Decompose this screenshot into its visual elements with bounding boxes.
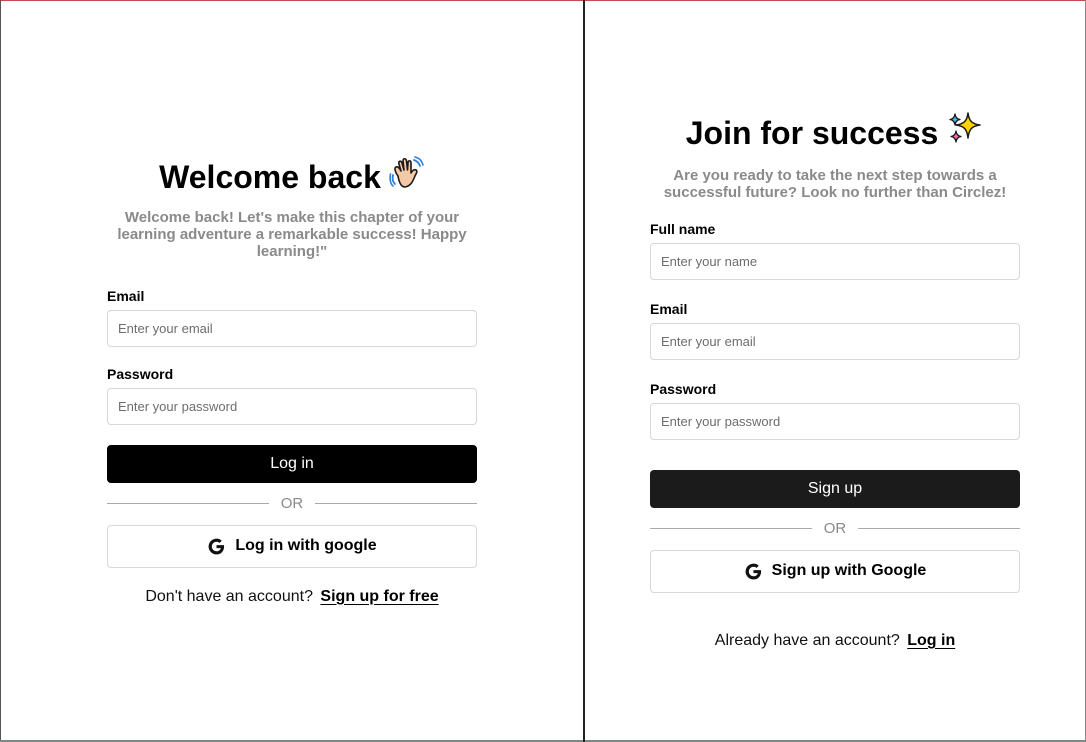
signup-panel: Join for success Are you ready to take t… [585, 0, 1085, 742]
signup-name-label: Full name [650, 220, 716, 237]
login-button[interactable]: Log in [107, 444, 477, 483]
login-google-button[interactable]: Log in with google [107, 524, 477, 568]
login-password-label: Password [107, 365, 174, 382]
signup-form: Join for success Are you ready to take t… [650, 111, 1020, 651]
google-g-icon [207, 537, 226, 556]
signup-password-label: Password [650, 380, 717, 397]
signup-email-label: Email [650, 300, 688, 317]
login-email-input[interactable] [107, 309, 477, 347]
signup-footer: Already have an account? Log in [650, 631, 1020, 651]
signup-google-button[interactable]: Sign up with Google [650, 549, 1020, 593]
login-google-label: Log in with google [235, 537, 377, 555]
signup-or-separator: OR [650, 520, 1020, 538]
or-line-left [650, 528, 812, 530]
signup-footer-text: Already have an account? [714, 631, 900, 649]
login-password-input[interactable] [107, 387, 477, 425]
log-in-link[interactable]: Log in [907, 632, 955, 649]
app-window: Welcome back Welcome back! Let's make th… [0, 0, 1086, 742]
or-line-left [107, 503, 269, 505]
sparkles-icon [946, 111, 984, 155]
login-form: Welcome back Welcome back! Let's make th… [107, 155, 477, 607]
login-title: Welcome back [107, 155, 477, 199]
waving-hand-icon [389, 155, 425, 199]
login-footer: Don't have an account? Sign up for free [107, 587, 477, 607]
signup-title-text: Join for success [685, 115, 939, 151]
or-line-right [858, 528, 1020, 530]
signup-title: Join for success [650, 111, 1020, 155]
login-or-separator: OR [107, 495, 477, 513]
login-subtitle: Welcome back! Let's make this chapter of… [117, 208, 467, 260]
signup-subtitle: Are you ready to take the next step towa… [663, 166, 1007, 201]
signup-email-input[interactable] [650, 322, 1020, 360]
login-title-text: Welcome back [159, 159, 381, 195]
login-panel: Welcome back Welcome back! Let's make th… [1, 0, 583, 742]
or-line-right [315, 503, 477, 505]
signup-password-input[interactable] [650, 402, 1020, 440]
login-email-label: Email [107, 287, 145, 304]
sign-up-button[interactable]: Sign up [650, 469, 1020, 508]
signup-google-label: Sign up with Google [771, 562, 927, 580]
or-text: OR [823, 519, 847, 537]
or-text: OR [280, 494, 304, 512]
google-g-icon [744, 562, 763, 581]
signup-name-input[interactable] [650, 242, 1020, 280]
sign-up-link[interactable]: Sign up for free [320, 588, 438, 605]
login-footer-text: Don't have an account? [145, 587, 313, 605]
